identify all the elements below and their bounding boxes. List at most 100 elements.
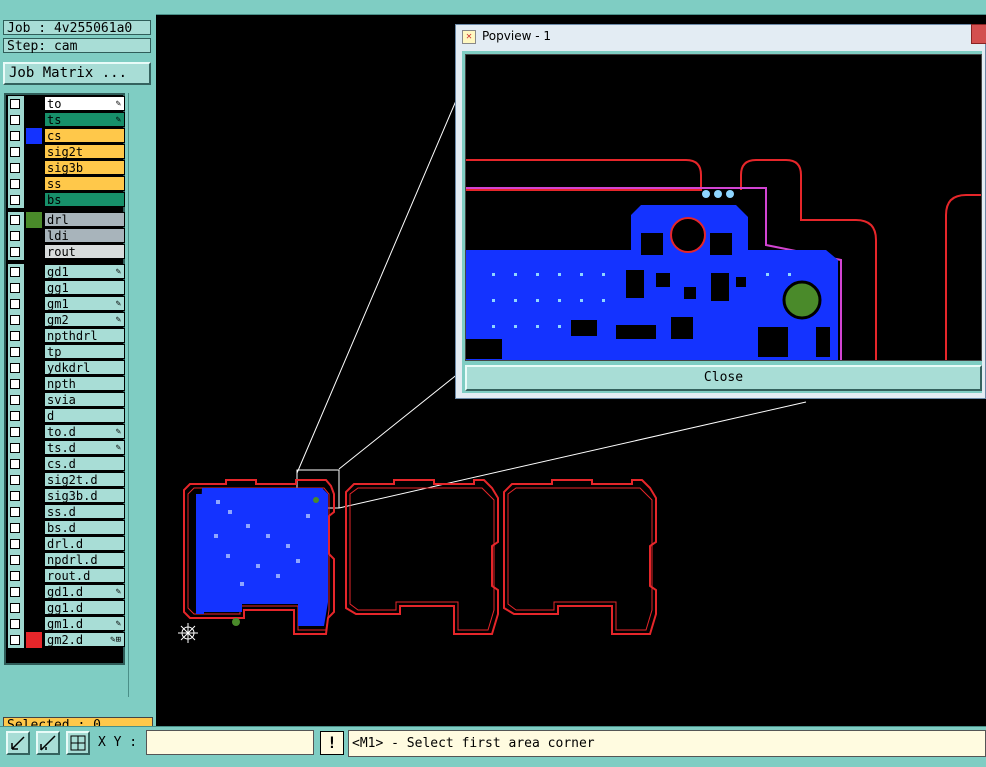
layer-row-sig3b.d[interactable]: sig3b.d <box>8 488 125 504</box>
layer-row-to[interactable]: to ✎ <box>8 96 125 112</box>
layer-name[interactable]: to.d ✎ <box>44 424 125 439</box>
layer-color-swatch[interactable] <box>26 408 42 424</box>
layer-name[interactable]: npth <box>44 376 125 391</box>
layer-row-ldi[interactable]: ldi <box>8 228 125 244</box>
layer-name[interactable]: tp <box>44 344 125 359</box>
window-close-icon[interactable] <box>971 24 986 44</box>
layer-checkbox[interactable] <box>10 619 20 629</box>
layer-checkbox[interactable] <box>10 99 20 109</box>
layer-name[interactable]: sig2t <box>44 144 125 159</box>
popview-window[interactable]: ✕ Popview - 1 Close <box>455 24 986 399</box>
layer-name[interactable]: sig3b <box>44 160 125 175</box>
layer-checkbox[interactable] <box>10 411 20 421</box>
layer-row-gd1.d[interactable]: gd1.d ✎ <box>8 584 125 600</box>
layer-color-swatch[interactable] <box>26 192 42 208</box>
layer-color-swatch[interactable] <box>26 112 42 128</box>
layer-row-sig3b[interactable]: sig3b <box>8 160 125 176</box>
layer-color-swatch[interactable] <box>26 552 42 568</box>
layer-name[interactable]: gm2.d ✎⊞ <box>44 632 125 647</box>
layer-row-d[interactable]: d <box>8 408 125 424</box>
xy-coordinate-input[interactable] <box>146 730 314 755</box>
layer-color-swatch[interactable] <box>26 584 42 600</box>
layer-color-swatch[interactable] <box>26 424 42 440</box>
layer-name[interactable]: gd1 ✎ <box>44 264 125 279</box>
layer-color-swatch[interactable] <box>26 616 42 632</box>
layer-row-rout.d[interactable]: rout.d <box>8 568 125 584</box>
layer-name[interactable]: gm1 ✎ <box>44 296 125 311</box>
layer-color-swatch[interactable] <box>26 456 42 472</box>
layer-row-gg1.d[interactable]: gg1.d <box>8 600 125 616</box>
layer-color-swatch[interactable] <box>26 244 42 260</box>
layer-name[interactable]: d <box>44 408 125 423</box>
layer-checkbox[interactable] <box>10 363 20 373</box>
layer-checkbox[interactable] <box>10 215 20 225</box>
layer-name[interactable]: to ✎ <box>44 96 125 111</box>
layer-checkbox[interactable] <box>10 131 20 141</box>
layer-checkbox[interactable] <box>10 379 20 389</box>
layer-checkbox[interactable] <box>10 523 20 533</box>
alert-button[interactable]: ! <box>320 731 344 755</box>
layer-name[interactable]: rout.d <box>44 568 125 583</box>
layer-checkbox[interactable] <box>10 147 20 157</box>
layer-checkbox[interactable] <box>10 299 20 309</box>
layer-row-cs[interactable]: cs <box>8 128 125 144</box>
layer-row-gm2.d[interactable]: gm2.d ✎⊞ <box>8 632 125 648</box>
layer-name[interactable]: gm1.d ✎ <box>44 616 125 631</box>
layer-color-swatch[interactable] <box>26 264 42 280</box>
layer-row-sig2t[interactable]: sig2t <box>8 144 125 160</box>
layer-checkbox[interactable] <box>10 587 20 597</box>
layer-color-swatch[interactable] <box>26 472 42 488</box>
layer-checkbox[interactable] <box>10 315 20 325</box>
layer-color-swatch[interactable] <box>26 328 42 344</box>
layer-name[interactable]: rout <box>44 244 125 259</box>
layer-color-swatch[interactable] <box>26 600 42 616</box>
layer-color-swatch[interactable] <box>26 128 42 144</box>
layer-color-swatch[interactable] <box>26 520 42 536</box>
layer-name[interactable]: gg1.d <box>44 600 125 615</box>
layer-name[interactable]: ts.d ✎ <box>44 440 125 455</box>
layer-checkbox[interactable] <box>10 539 20 549</box>
layer-color-swatch[interactable] <box>26 144 42 160</box>
layer-checkbox[interactable] <box>10 603 20 613</box>
layer-name[interactable]: sig3b.d <box>44 488 125 503</box>
layer-row-svia[interactable]: svia <box>8 392 125 408</box>
layer-checkbox[interactable] <box>10 635 20 645</box>
layer-name[interactable]: gd1.d ✎ <box>44 584 125 599</box>
layer-color-swatch[interactable] <box>26 536 42 552</box>
layer-checkbox[interactable] <box>10 459 20 469</box>
layer-row-ts.d[interactable]: ts.d ✎ <box>8 440 125 456</box>
layer-checkbox[interactable] <box>10 283 20 293</box>
layer-checkbox[interactable] <box>10 115 20 125</box>
layer-row-npth[interactable]: npth <box>8 376 125 392</box>
layer-row-ydkdrl[interactable]: ydkdrl <box>8 360 125 376</box>
layer-checkbox[interactable] <box>10 507 20 517</box>
layer-name[interactable]: drl.d <box>44 536 125 551</box>
layer-name[interactable]: bs <box>44 192 125 207</box>
layer-checkbox[interactable] <box>10 571 20 581</box>
layer-row-rout[interactable]: rout <box>8 244 125 260</box>
layer-name[interactable]: ldi <box>44 228 125 243</box>
layer-checkbox[interactable] <box>10 443 20 453</box>
layer-name[interactable]: npthdrl <box>44 328 125 343</box>
layer-row-to.d[interactable]: to.d ✎ <box>8 424 125 440</box>
layer-name[interactable]: npdrl.d <box>44 552 125 567</box>
layer-name[interactable]: drl <box>44 212 125 227</box>
layer-name[interactable]: sig2t.d <box>44 472 125 487</box>
layer-row-bs[interactable]: bs <box>8 192 125 208</box>
layer-color-swatch[interactable] <box>26 360 42 376</box>
layer-name[interactable]: gm2 ✎ <box>44 312 125 327</box>
layer-row-ts[interactable]: ts ✎ <box>8 112 125 128</box>
layer-list-scrollbar[interactable] <box>128 93 153 697</box>
grid-tool-icon[interactable] <box>66 731 90 755</box>
layer-checkbox[interactable] <box>10 555 20 565</box>
layer-row-npdrl.d[interactable]: npdrl.d <box>8 552 125 568</box>
job-matrix-button[interactable]: Job Matrix ... <box>3 62 151 85</box>
layer-name[interactable]: ts ✎ <box>44 112 125 127</box>
layer-color-swatch[interactable] <box>26 176 42 192</box>
layer-row-tp[interactable]: tp <box>8 344 125 360</box>
layer-checkbox[interactable] <box>10 247 20 257</box>
layer-row-drl.d[interactable]: drl.d <box>8 536 125 552</box>
layer-name[interactable]: gg1 <box>44 280 125 295</box>
layer-name[interactable]: cs.d <box>44 456 125 471</box>
layer-color-swatch[interactable] <box>26 488 42 504</box>
